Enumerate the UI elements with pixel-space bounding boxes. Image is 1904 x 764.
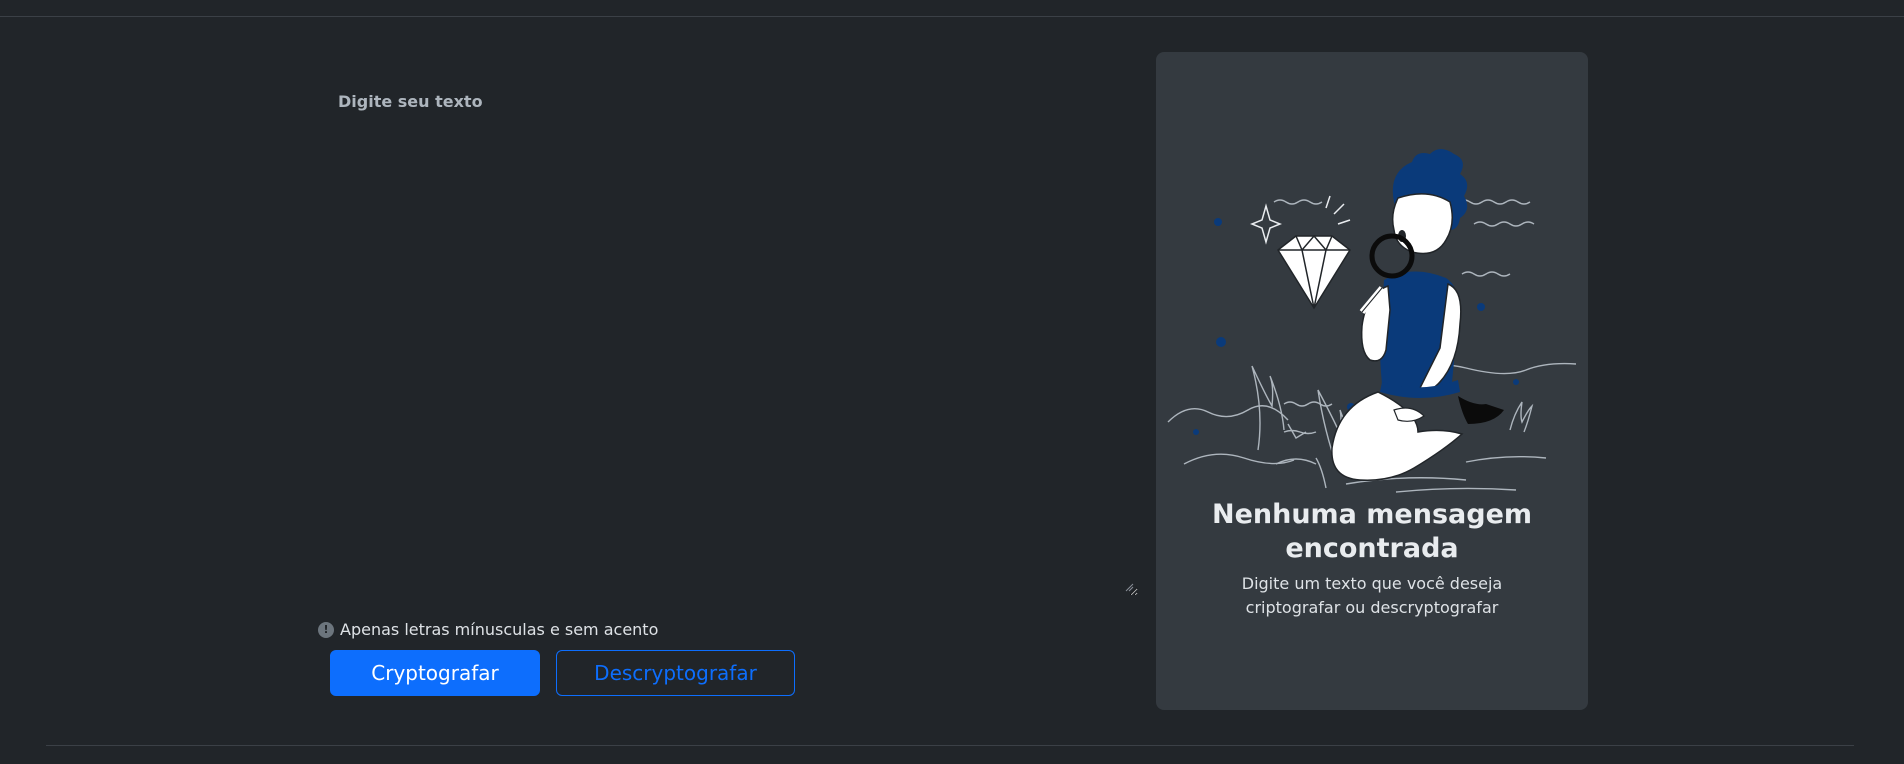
header-divider <box>0 16 1904 17</box>
result-panel: Nenhuma mensagem encontrada Digite um te… <box>1156 52 1588 710</box>
empty-state-title: Nenhuma mensagem encontrada <box>1211 499 1533 564</box>
encrypt-button[interactable]: Cryptografar <box>330 650 540 696</box>
decrypt-button[interactable]: Descryptografar <box>556 650 795 696</box>
hint-text: Apenas letras mínusculas e sem acento <box>340 620 659 639</box>
empty-state-description: Digite um texto que você deseja criptogr… <box>1241 574 1503 617</box>
info-icon: ! <box>318 621 334 638</box>
empty-state-illustration <box>1167 149 1577 493</box>
text-input[interactable] <box>330 120 1138 596</box>
resize-handle-icon[interactable] <box>1124 582 1134 592</box>
input-hint: ! Apenas letras mínusculas e sem acento <box>318 620 658 639</box>
footer-divider <box>46 745 1854 746</box>
input-label: Digite seu texto <box>338 92 483 111</box>
